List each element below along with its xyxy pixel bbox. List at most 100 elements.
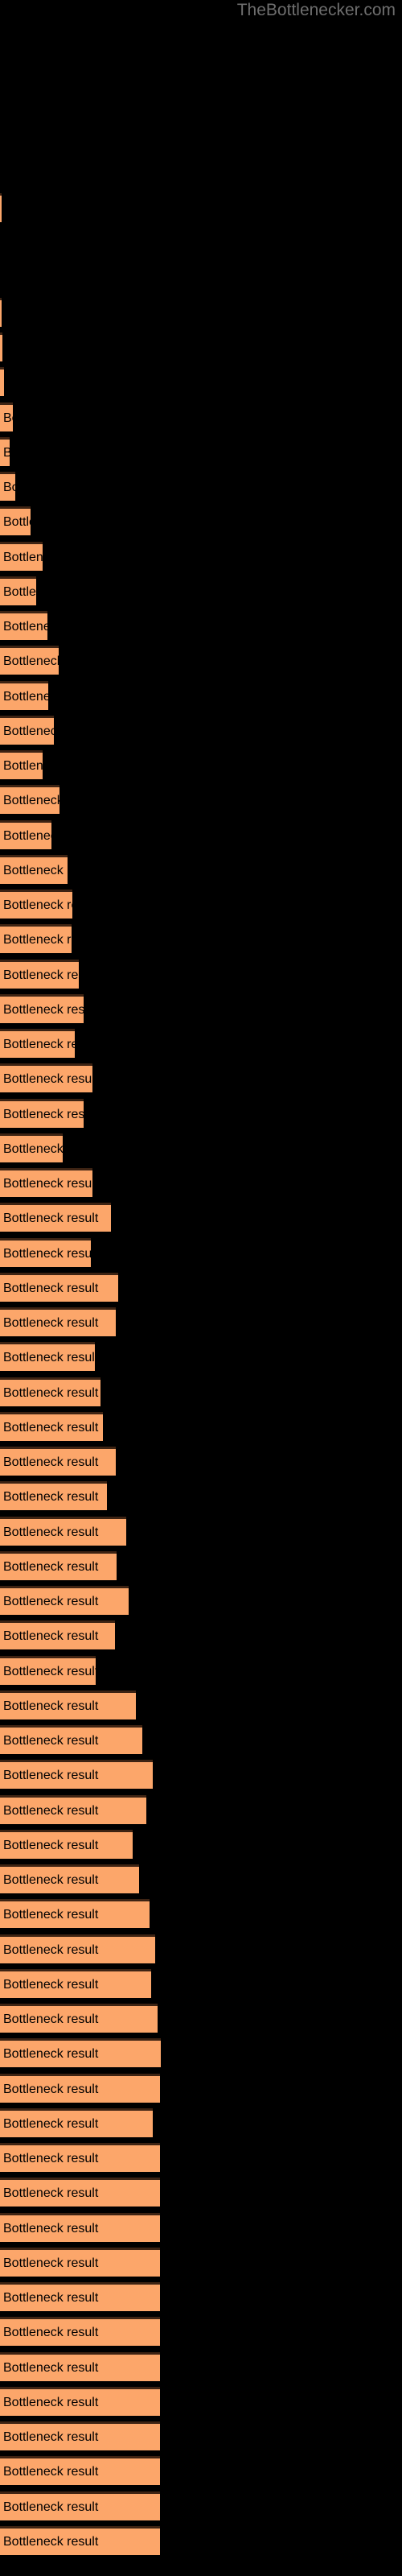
bar-row: Bottleneck result	[0, 1620, 402, 1649]
bar-label: Bottleneck result	[3, 2464, 99, 2479]
bar: Bottleneck result	[0, 1969, 151, 1998]
bar-row: Bottleneck result	[0, 2178, 402, 2207]
bar: Bottleneck result	[0, 1656, 96, 1685]
bar-row: Bottleneck result	[0, 785, 402, 814]
bar-row: Bottleneck result	[0, 472, 402, 501]
bar: Bottleneck result	[0, 2248, 160, 2277]
bar-row: Bottleneck result	[0, 1412, 402, 1441]
bar-row: Bottleneck result	[0, 924, 402, 953]
bar-label: Bottleneck result	[3, 1281, 99, 1295]
bar-row: Bottleneck result	[0, 1934, 402, 1963]
bar: Bottleneck result	[0, 646, 59, 675]
bar-row: Bottleneck result	[0, 2074, 402, 2103]
bar-row: Bottleneck result	[0, 1447, 402, 1476]
bar-row: Bottleneck result	[0, 2143, 402, 2172]
bar-label: Bottleneck result	[3, 898, 72, 912]
bar: Bottleneck result	[0, 2213, 160, 2242]
bar: Bottleneck result	[0, 1377, 100, 1406]
bar-row: Bottleneck result	[0, 2213, 402, 2242]
bar-label: Bottleneck result	[3, 2046, 99, 2061]
bar: Bottleneck result	[0, 855, 68, 884]
bar-row: Bottleneck result	[0, 1307, 402, 1336]
bar-row: Bottleneck result	[0, 994, 402, 1023]
bar-row: Bottleneck result	[0, 820, 402, 849]
bar-label: Bottleneck result	[3, 968, 79, 982]
bar-label: Bottleneck result	[3, 1385, 99, 1400]
bar: Bottleneck result	[0, 750, 43, 779]
bar: Bottleneck result	[0, 332, 2, 361]
bar-label: Bottleneck result	[3, 2290, 99, 2305]
bar-row: Bottleneck result	[0, 2352, 402, 2381]
bar: Bottleneck result	[0, 785, 59, 814]
bar-row: Bottleneck result	[0, 542, 402, 571]
bar-label: Bottleneck result	[3, 1872, 99, 1887]
bar-label: Bottleneck result	[3, 1942, 99, 1957]
bar-row: Bottleneck result	[0, 1517, 402, 1546]
bar-label: Bottleneck result	[3, 863, 68, 877]
bar: Bottleneck result	[0, 1586, 129, 1615]
bar-label: Bottleneck result	[3, 2151, 99, 2165]
bar: Bottleneck result	[0, 2178, 160, 2207]
bar: Bottleneck result	[0, 1551, 117, 1580]
bar-label: Bottleneck result	[3, 550, 43, 564]
bar: Bottleneck result	[0, 506, 31, 535]
bar: Bottleneck result	[0, 2004, 158, 2033]
bar: Bottleneck result	[0, 1168, 92, 1197]
bar-label: Bottleneck result	[3, 1037, 75, 1051]
bar-label: Bottleneck result	[3, 584, 36, 599]
bar-label: Bottleneck result	[3, 2082, 99, 2096]
bar: Bottleneck result	[0, 542, 43, 571]
bar-row: Bottleneck result	[0, 2387, 402, 2416]
bar-row: Bottleneck result	[0, 332, 402, 361]
bar-row: Bottleneck result	[0, 646, 402, 675]
bar-row: Bottleneck result	[0, 576, 402, 605]
bar: Bottleneck result	[0, 1690, 136, 1719]
bar: Bottleneck result	[0, 681, 48, 710]
bar: Bottleneck result	[0, 1063, 92, 1092]
bar-label: Bottleneck result	[3, 2221, 99, 2235]
bar: Bottleneck result	[0, 2074, 160, 2103]
bar-row: Bottleneck result	[0, 298, 402, 327]
bar-label: Bottleneck result	[3, 2395, 99, 2409]
bar-label: Bottleneck result	[3, 2429, 99, 2444]
bar-label: Bottleneck result	[3, 1803, 99, 1818]
bar: Bottleneck result	[0, 1099, 84, 1128]
bar-label: Bottleneck result	[3, 793, 59, 807]
bar-row: Bottleneck result	[0, 2004, 402, 2033]
bar: Bottleneck result	[0, 1517, 126, 1546]
bar-label: Bottleneck result	[3, 1525, 99, 1539]
bar-label: Bottleneck result	[3, 1420, 99, 1435]
bar: Bottleneck result	[0, 576, 36, 605]
bar: Bottleneck result	[0, 402, 13, 431]
bar-label: Bottleneck result	[3, 1107, 84, 1121]
bar-row: Bottleneck result	[0, 611, 402, 640]
bar-label: Bottleneck result	[3, 1733, 99, 1748]
bar-row: Bottleneck result	[0, 681, 402, 710]
bar-row: Bottleneck result	[0, 2421, 402, 2450]
bar-row: Bottleneck result	[0, 1273, 402, 1302]
bar: Bottleneck result	[0, 2421, 160, 2450]
bar-label: Bottleneck result	[3, 2500, 99, 2514]
bar: Bottleneck result	[0, 1795, 146, 1824]
bar-row: Bottleneck result	[0, 402, 402, 431]
bar: Bottleneck result	[0, 716, 54, 745]
bar-row: Bottleneck result	[0, 1342, 402, 1371]
bar-label: Bottleneck result	[3, 1768, 99, 1782]
bar: Bottleneck result	[0, 2456, 160, 2485]
bar-label: Bottleneck result	[3, 1977, 99, 1992]
bar-label: Bottleneck result	[3, 724, 54, 738]
bar-row: Bottleneck result	[0, 890, 402, 919]
bar-row: Bottleneck result	[0, 1899, 402, 1928]
bar: Bottleneck result	[0, 367, 4, 396]
bar-label: Bottleneck result	[3, 932, 72, 947]
bar-row: Bottleneck result	[0, 1481, 402, 1510]
bar: Bottleneck result	[0, 2526, 160, 2555]
bar: Bottleneck result	[0, 1864, 139, 1893]
bar-label: Bottleneck result	[3, 1002, 84, 1017]
bar: Bottleneck result	[0, 1725, 142, 1754]
bar-label: Bottleneck result	[3, 2325, 99, 2339]
bar: Bottleneck result	[0, 2317, 160, 2346]
bar-label: Bottleneck result	[3, 1246, 91, 1261]
bar-row: Bottleneck result	[0, 1377, 402, 1406]
bar: Bottleneck result	[0, 1273, 118, 1302]
